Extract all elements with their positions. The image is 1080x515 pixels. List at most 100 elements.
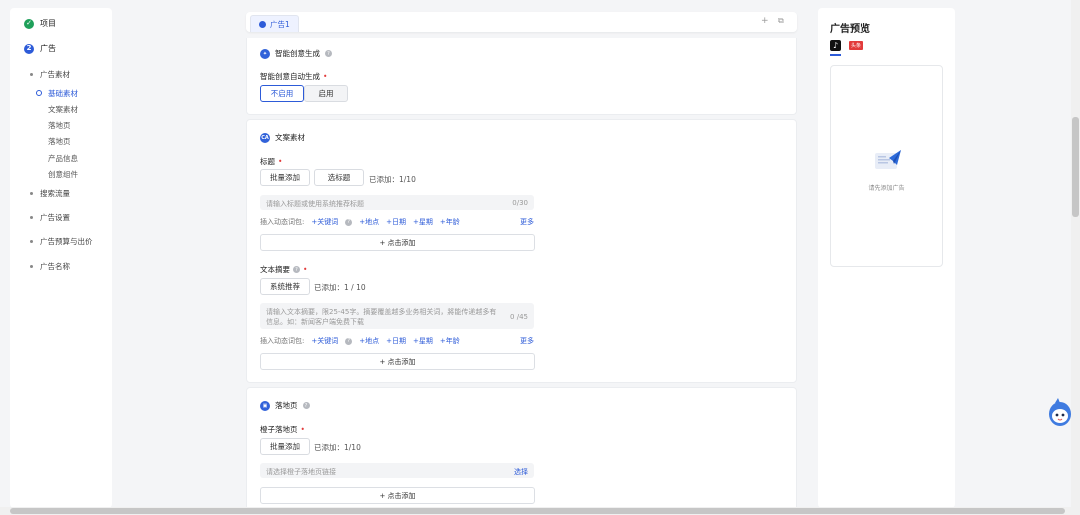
help-icon[interactable]: ? [325,50,332,57]
summary-char-count: 0 /45 [510,313,528,321]
landing-url-input[interactable]: 请选择橙子落地页链接 选择 [260,463,534,478]
tab-ad-1[interactable]: 广告1 [250,15,299,32]
field-label-text: 标题 [260,157,275,166]
toutiao-badge[interactable]: 头条 [849,41,864,50]
landing-counter: 已添加：1/10 [314,443,361,452]
bullet-icon [30,192,33,195]
nav-sub-landing-page[interactable]: 落地页 [48,120,71,131]
summary-dynamic-words: 插入动态词包: +关键词 ? +地点 +日期 +星期 +年龄 [260,336,460,346]
dynamic-words-label: 插入动态词包: [260,337,305,345]
nav-item-budget-bid[interactable]: 广告预算与出价 [30,236,93,247]
nav-item-label: 广告设置 [40,213,70,222]
help-icon[interactable]: ? [302,402,310,409]
step-project[interactable]: ✓ 项目 [24,18,56,29]
nav-item-ad-settings[interactable]: 广告设置 [30,212,70,223]
insert-age-link[interactable]: +年龄 [440,336,460,346]
headline-input[interactable]: 请输入标题或使用系统推荐标题 0/30 [260,195,534,210]
headline-pick-button[interactable]: 选标题 [314,169,364,186]
headline-bulk-add-button[interactable]: 批量添加 [260,169,310,186]
copy-tab-icon[interactable]: ⧉ [778,16,784,26]
field-label-text: 智能创意自动生成 [260,72,320,81]
headline-char-count: 0/30 [512,199,528,207]
landing-page-card: ▣ 落地页 ? 橙子落地页 • 批量添加 已添加：1/10 请选择橙子落地页链接 … [246,387,797,512]
nav-item-ad-material[interactable]: 广告素材 [30,69,70,80]
left-nav: ✓ 项目 2 广告 广告素材 基础素材 文案素材 落地页 落地页 产品信息 创意… [10,8,112,508]
landing-page-icon: ▣ [260,400,270,411]
headline-add-button[interactable]: + 点击添加 [260,234,535,251]
nav-item-ad-name[interactable]: 广告名称 [30,261,70,272]
landing-bulk-add-button[interactable]: 批量添加 [260,438,310,455]
nav-item-label: 广告预算与出价 [40,237,93,246]
nav-sub-copy-material[interactable]: 文案素材 [48,104,78,115]
nav-item-label: 广告素材 [40,70,70,79]
nav-sub-product-info[interactable]: 产品信息 [48,153,78,164]
required-mark: • [300,425,305,434]
card-title-text: 智能创意生成 [275,49,320,58]
insert-location-link[interactable]: +地点 [359,336,379,346]
option-enable-button[interactable]: 启用 [304,85,348,102]
landing-placeholder: 请选择橙子落地页链接 [266,468,336,476]
summary-more-link[interactable]: 更多 [520,336,534,346]
step-ad[interactable]: 2 广告 [24,43,56,54]
nav-sub-creative-components[interactable]: 创意组件 [48,169,78,180]
orange-landing-label: 橙子落地页 • [260,424,305,435]
headline-dynamic-words: 插入动态词包: +关键词 ? +地点 +日期 +星期 +年龄 [260,217,460,227]
horizontal-scroll-thumb[interactable] [10,508,1065,514]
copy-material-title: CA 文案素材 [260,132,305,143]
landing-select-link[interactable]: 选择 [514,467,528,477]
step-number-badge: 2 [24,43,34,54]
bullet-icon [30,216,33,219]
bullet-icon [30,265,33,268]
assistant-mascot-icon[interactable] [1047,396,1073,430]
insert-weekday-link[interactable]: +星期 [413,336,433,346]
required-mark: • [278,157,283,166]
help-icon[interactable]: ? [345,218,353,226]
insert-location-link[interactable]: +地点 [359,217,379,227]
bullet-icon [30,73,33,76]
summary-input[interactable]: 请输入文本摘要，限25-45字。摘要覆盖越多业务相关词，將能传递越多有效 信息。… [260,303,534,329]
field-label-text: 文本摘要 [260,265,290,274]
preview-canvas: 请先添加广告 [830,65,943,267]
option-disable-button[interactable]: 不启用 [260,85,304,102]
landing-add-button[interactable]: + 点击添加 [260,487,535,504]
summary-counter: 已添加：1 / 10 [314,283,366,292]
tab-label: 广告1 [270,19,290,29]
nav-sub-basic-material[interactable]: 基础素材 [36,88,78,99]
smart-creative-title: ✦ 智能创意生成 ? [260,48,332,59]
insert-date-link[interactable]: +日期 [386,336,406,346]
bullet-icon [30,240,33,243]
headline-more-link[interactable]: 更多 [520,217,534,227]
copy-material-card: CA 文案素材 标题 • 批量添加 选标题 已添加：1/10 请输入标题或使用系统… [246,119,797,383]
card-title-text: 文案素材 [275,133,305,142]
vertical-scroll-thumb[interactable] [1072,117,1079,217]
insert-keyword-link[interactable]: +关键词 [311,217,338,227]
landing-page-title: ▣ 落地页 ? [260,400,310,411]
insert-date-link[interactable]: +日期 [386,217,406,227]
ad-preview-panel: 广告预览 ♪ 头条 请先添加广告 [818,8,955,508]
horizontal-scrollbar[interactable] [0,507,1080,515]
smart-creative-icon: ✦ [260,48,270,59]
nav-item-search-traffic[interactable]: 搜索流量 [30,188,70,199]
insert-age-link[interactable]: +年龄 [440,217,460,227]
help-icon[interactable]: ? [345,337,353,345]
add-tab-icon[interactable]: + [761,16,769,26]
insert-keyword-link[interactable]: +关键词 [311,336,338,346]
card-title-text: 落地页 [275,401,298,410]
help-icon[interactable]: ? [293,266,300,273]
headline-placeholder: 请输入标题或使用系统推荐标题 [266,200,364,208]
smart-auto-label: 智能创意自动生成 • [260,71,327,82]
preview-empty-text: 请先添加广告 [868,185,905,192]
summary-recommend-button[interactable]: 系统推荐 [260,278,310,295]
headline-label: 标题 • [260,156,282,167]
tiktok-icon[interactable]: ♪ [830,40,841,51]
summary-add-button[interactable]: + 点击添加 [260,353,535,370]
nav-sub-landing-page-2[interactable]: 落地页 [48,136,71,147]
ad-dot-icon [259,20,266,28]
vertical-scrollbar[interactable] [1071,0,1080,515]
nav-item-label: 广告名称 [40,262,70,271]
insert-weekday-link[interactable]: +星期 [413,217,433,227]
summary-placeholder-line2: 信息。如：新闻客户端免费下载 [266,318,364,326]
step-label: 项目 [40,19,56,28]
empty-ad-illustration-icon [875,150,901,169]
active-platform-indicator [830,54,841,56]
